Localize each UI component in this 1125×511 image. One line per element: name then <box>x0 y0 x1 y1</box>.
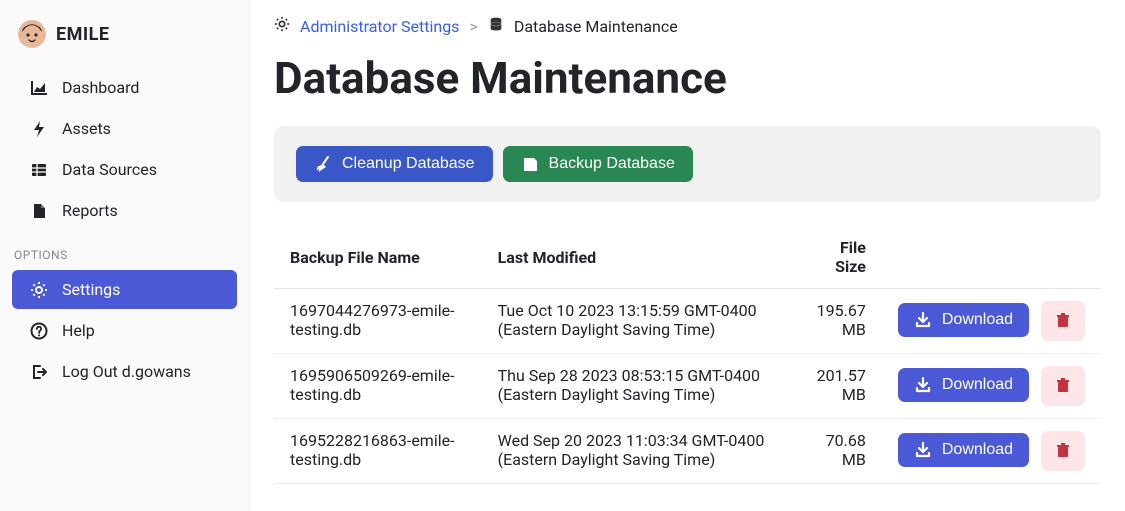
sidebar-item-label: Help <box>62 321 95 340</box>
cell-size: 201.57 MB <box>792 354 882 419</box>
sidebar-item-label: Data Sources <box>62 160 157 179</box>
brand-name: EMILE <box>56 24 110 45</box>
action-bar: Cleanup Database Backup Database <box>274 126 1101 202</box>
download-icon <box>914 311 932 329</box>
sidebar-item-dashboard[interactable]: Dashboard <box>12 68 237 107</box>
col-size: File Size <box>792 226 882 289</box>
page-title: Database Maintenance <box>274 52 1101 104</box>
table-icon <box>30 161 48 179</box>
delete-button[interactable] <box>1041 431 1085 471</box>
sidebar-item-label: Reports <box>62 201 118 220</box>
cell-actions: Download <box>882 354 1101 419</box>
sidebar-item-label: Assets <box>62 119 111 138</box>
cell-actions: Download <box>882 289 1101 354</box>
breadcrumb-root-link[interactable]: Administrator Settings <box>300 17 459 36</box>
help-icon <box>30 322 48 340</box>
trash-icon <box>1054 441 1072 462</box>
sidebar-item-label: Settings <box>62 280 120 299</box>
sidebar-item-assets[interactable]: Assets <box>12 109 237 148</box>
nav-main: Dashboard Assets Data Sources Reports <box>0 68 249 230</box>
file-icon <box>30 202 48 220</box>
table-row: 1695228216863-emile-testing.db Wed Sep 2… <box>274 419 1101 484</box>
sidebar-item-data-sources[interactable]: Data Sources <box>12 150 237 189</box>
cell-name: 1695228216863-emile-testing.db <box>274 419 482 484</box>
button-label: Download <box>942 441 1013 459</box>
download-button[interactable]: Download <box>898 368 1029 402</box>
delete-button[interactable] <box>1041 301 1085 341</box>
database-icon <box>488 16 504 36</box>
save-icon <box>521 155 539 173</box>
cell-modified: Tue Oct 10 2023 13:15:59 GMT-0400 (Easte… <box>482 289 793 354</box>
button-label: Download <box>942 376 1013 394</box>
main: Administrator Settings > Database Mainte… <box>250 0 1125 511</box>
download-icon <box>914 376 932 394</box>
button-label: Download <box>942 311 1013 329</box>
sidebar-item-label: Log Out d.gowans <box>62 362 191 381</box>
sidebar-options-heading: OPTIONS <box>0 232 249 268</box>
sidebar-item-help[interactable]: Help <box>12 311 237 350</box>
backup-database-button[interactable]: Backup Database <box>503 146 693 182</box>
brand: EMILE <box>0 14 249 66</box>
download-icon <box>914 441 932 459</box>
button-label: Cleanup Database <box>342 155 475 173</box>
sidebar-item-label: Dashboard <box>62 78 139 97</box>
sidebar-item-settings[interactable]: Settings <box>12 270 237 309</box>
cell-size: 70.68 MB <box>792 419 882 484</box>
logout-icon <box>30 363 48 381</box>
backup-table: Backup File Name Last Modified File Size… <box>274 226 1101 484</box>
cell-name: 1697044276973-emile-testing.db <box>274 289 482 354</box>
cleanup-database-button[interactable]: Cleanup Database <box>296 146 493 182</box>
cell-name: 1695906509269-emile-testing.db <box>274 354 482 419</box>
cell-actions: Download <box>882 419 1101 484</box>
col-modified: Last Modified <box>482 226 793 289</box>
breadcrumb: Administrator Settings > Database Mainte… <box>274 16 1101 36</box>
avatar-icon <box>18 20 46 48</box>
download-button[interactable]: Download <box>898 303 1029 337</box>
gear-icon <box>30 281 48 299</box>
bolt-icon <box>30 120 48 138</box>
button-label: Backup Database <box>549 155 675 173</box>
table-row: 1697044276973-emile-testing.db Tue Oct 1… <box>274 289 1101 354</box>
breadcrumb-leaf: Database Maintenance <box>514 17 678 36</box>
table-row: 1695906509269-emile-testing.db Thu Sep 2… <box>274 354 1101 419</box>
sidebar: EMILE Dashboard Assets Data Sources Repo… <box>0 0 250 511</box>
col-actions <box>882 226 1101 289</box>
gear-icon <box>274 16 290 36</box>
col-name: Backup File Name <box>274 226 482 289</box>
breadcrumb-sep: > <box>469 17 477 36</box>
cell-modified: Thu Sep 28 2023 08:53:15 GMT-0400 (Easte… <box>482 354 793 419</box>
cell-size: 195.67 MB <box>792 289 882 354</box>
download-button[interactable]: Download <box>898 433 1029 467</box>
trash-icon <box>1054 311 1072 332</box>
sidebar-item-logout[interactable]: Log Out d.gowans <box>12 352 237 391</box>
delete-button[interactable] <box>1041 366 1085 406</box>
sidebar-item-reports[interactable]: Reports <box>12 191 237 230</box>
trash-icon <box>1054 376 1072 397</box>
chart-area-icon <box>30 79 48 97</box>
broom-icon <box>314 155 332 173</box>
cell-modified: Wed Sep 20 2023 11:03:34 GMT-0400 (Easte… <box>482 419 793 484</box>
nav-options: Settings Help Log Out d.gowans <box>0 270 249 391</box>
